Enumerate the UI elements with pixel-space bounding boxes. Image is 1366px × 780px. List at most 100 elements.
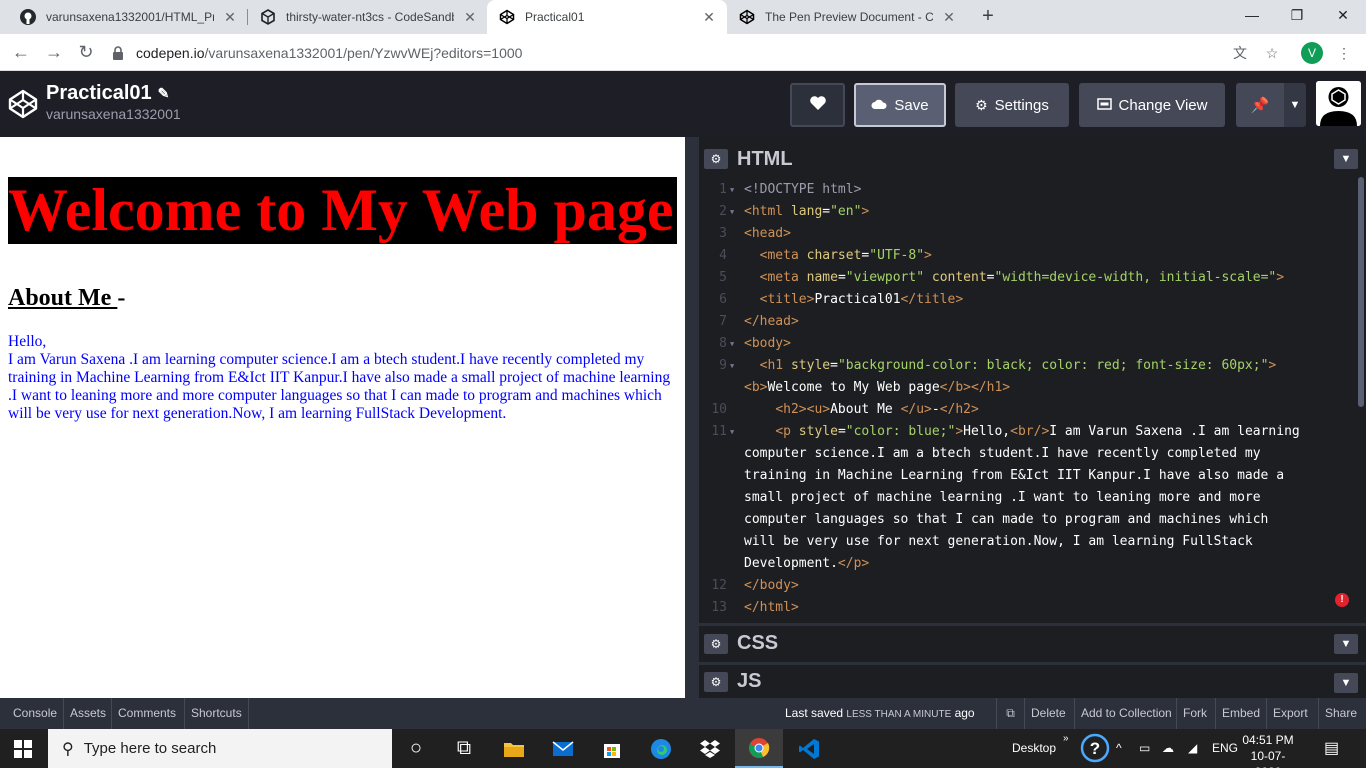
system-clock[interactable]: 04:51 PM 10-07-2020	[1238, 732, 1298, 780]
line-number: 7	[719, 314, 727, 329]
fork-button[interactable]: Fork	[1176, 698, 1213, 729]
battery-icon[interactable]: ▭	[1139, 729, 1150, 768]
task-view-icon[interactable]: ⧉	[440, 729, 488, 768]
bookmark-star-icon[interactable]: ☆	[1262, 43, 1282, 63]
open-external-icon[interactable]: ⧉	[996, 698, 1024, 729]
maximize-button[interactable]: ❐	[1274, 0, 1320, 30]
chevron-down-icon[interactable]: ▼	[1334, 149, 1358, 169]
last-saved-status: Last saved LESS THAN A MINUTE ago	[785, 706, 975, 720]
vscode-icon[interactable]	[785, 729, 833, 768]
desktop-label[interactable]: Desktop	[1012, 729, 1056, 768]
close-tab-icon[interactable]: ✕	[701, 9, 717, 26]
fold-arrow-icon[interactable]: ▼	[730, 355, 738, 377]
pen-username[interactable]: varunsaxena1332001	[46, 106, 181, 122]
chevron-down-icon[interactable]: ▼	[1334, 634, 1358, 654]
windows-start-icon[interactable]	[14, 740, 32, 758]
chevron-down-icon[interactable]: ▼	[1334, 673, 1358, 693]
tab-label: thirsty-water-nt3cs - CodeSandbo	[286, 10, 454, 24]
edge-icon[interactable]	[637, 729, 685, 768]
line-number: 9	[719, 358, 727, 373]
codepen-logo-icon[interactable]	[8, 89, 38, 119]
file-explorer-icon[interactable]	[490, 729, 538, 768]
close-tab-icon[interactable]: ✕	[222, 9, 238, 26]
js-editor-header[interactable]: ⚙ JS ▼	[699, 662, 1366, 698]
browser-tab-active[interactable]: Practical01 ✕	[487, 0, 727, 34]
pane-resizer[interactable]	[685, 137, 699, 698]
preview-paragraph-body: I am Varun Saxena .I am learning compute…	[8, 351, 671, 422]
translate-icon[interactable]: 文	[1230, 43, 1250, 63]
profile-avatar[interactable]: V	[1301, 42, 1323, 64]
fold-arrow-icon[interactable]: ▼	[730, 179, 738, 201]
language-indicator[interactable]: ENG	[1212, 729, 1238, 768]
delete-button[interactable]: Delete	[1024, 698, 1072, 729]
chevron-up-icon[interactable]: ^	[1116, 729, 1122, 768]
gear-icon[interactable]: ⚙	[704, 671, 728, 692]
export-button[interactable]: Export	[1266, 698, 1314, 729]
fold-arrow-icon[interactable]: ▼	[730, 201, 738, 223]
mail-icon[interactable]	[539, 729, 587, 768]
forward-icon[interactable]: →	[42, 40, 66, 64]
reload-icon[interactable]: ↻	[74, 40, 98, 64]
line-number: 3	[719, 226, 727, 241]
css-editor-header[interactable]: ⚙ CSS ▼	[699, 623, 1366, 661]
like-button[interactable]	[790, 83, 845, 127]
settings-button[interactable]: ⚙ Settings	[955, 83, 1069, 127]
notifications-icon[interactable]: ▤	[1324, 729, 1339, 768]
line-number: 2	[719, 204, 727, 219]
store-icon[interactable]	[588, 729, 636, 768]
back-icon[interactable]: ←	[9, 40, 33, 64]
fold-arrow-icon[interactable]: ▼	[730, 421, 738, 443]
pin-icon: 📌	[1250, 97, 1270, 114]
address-bar[interactable]: codepen.io/varunsaxena1332001/pen/YzwvWE…	[112, 40, 1292, 66]
codepen-header: Practical01 ✎ varunsaxena1332001 Save ⚙ …	[0, 71, 1366, 137]
chrome-icon[interactable]	[735, 729, 783, 768]
js-editor-title: JS	[737, 670, 762, 692]
console-button[interactable]: Console	[0, 698, 64, 729]
menu-icon[interactable]: ⋮	[1334, 43, 1354, 63]
dropbox-icon[interactable]	[686, 729, 734, 768]
pen-title[interactable]: Practical01 ✎	[46, 82, 169, 105]
preview-pane: Welcome to My Web page About Me - Hello,…	[0, 137, 685, 698]
error-icon[interactable]: !	[1335, 593, 1349, 607]
taskbar-search-box[interactable]: ⚲ Type here to search	[48, 729, 392, 768]
code-line: <html lang="en">	[744, 204, 870, 219]
edit-pencil-icon[interactable]: ✎	[158, 85, 170, 102]
pin-button[interactable]: 📌	[1236, 83, 1284, 127]
save-label: Save	[894, 96, 929, 114]
css-editor-title: CSS	[737, 632, 779, 654]
close-tab-icon[interactable]: ✕	[462, 9, 478, 26]
cortana-icon[interactable]: ○	[392, 729, 440, 768]
minimize-button[interactable]: —	[1229, 0, 1275, 30]
chevron-right-icon[interactable]: »	[1063, 729, 1069, 768]
url-host: codepen.io	[136, 45, 205, 61]
embed-button[interactable]: Embed	[1215, 698, 1266, 729]
browser-tab[interactable]: thirsty-water-nt3cs - CodeSandbo ✕	[248, 0, 488, 34]
wifi-icon[interactable]: ◢	[1188, 729, 1197, 768]
editor-scrollbar[interactable]	[1358, 177, 1364, 407]
code-line: small project of machine learning .I wan…	[744, 490, 1261, 505]
gear-icon[interactable]: ⚙	[704, 149, 728, 169]
close-tab-icon[interactable]: ✕	[941, 9, 957, 26]
save-button[interactable]: Save	[854, 83, 946, 127]
line-number: 4	[719, 248, 727, 263]
html-editor-header[interactable]: ⚙ HTML ▼	[699, 141, 1366, 177]
comments-button[interactable]: Comments	[112, 698, 185, 729]
share-button[interactable]: Share	[1318, 698, 1363, 729]
assets-button[interactable]: Assets	[64, 698, 112, 729]
fold-arrow-icon[interactable]: ▼	[730, 333, 738, 355]
preview-subheading: About Me -	[8, 285, 125, 312]
new-tab-button[interactable]: +	[976, 5, 1000, 29]
pin-menu-button[interactable]: ▼	[1284, 83, 1306, 127]
shortcuts-button[interactable]: Shortcuts	[185, 698, 249, 729]
browser-tab[interactable]: varunsaxena1332001/HTML_Prac ✕	[8, 0, 248, 34]
html-code-editor[interactable]: 1 2 3 4 5 6 7 8 9 10 11 12 13 ▼ ▼ ▼ ▼ ▼ …	[699, 179, 1358, 619]
add-to-collection-button[interactable]: Add to Collection	[1074, 698, 1178, 729]
browser-tab[interactable]: The Pen Preview Document - Co ✕	[727, 0, 967, 34]
pen-title-text: Practical01	[46, 82, 152, 104]
user-avatar[interactable]	[1316, 81, 1361, 126]
gear-icon[interactable]: ⚙	[704, 633, 728, 654]
help-icon[interactable]: ?	[1080, 733, 1110, 763]
close-window-button[interactable]: ✕	[1320, 0, 1366, 30]
change-view-button[interactable]: Change View	[1079, 83, 1225, 127]
onedrive-icon[interactable]: ☁	[1162, 729, 1174, 768]
